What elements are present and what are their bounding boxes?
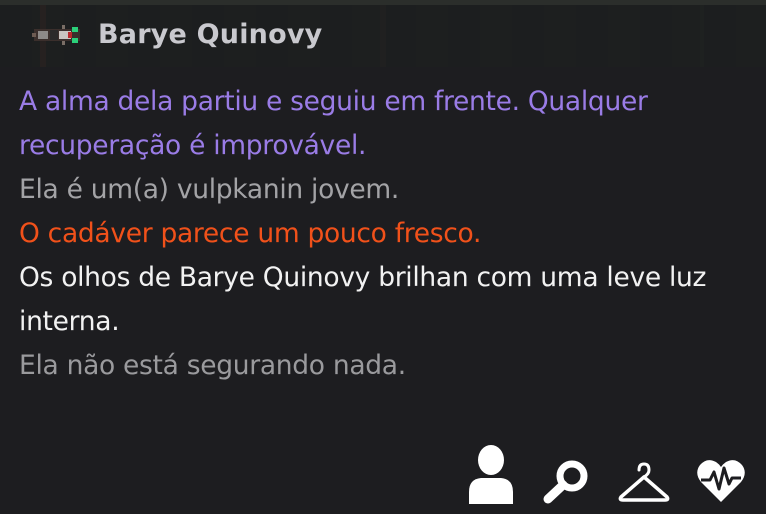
person-button[interactable]	[466, 444, 516, 504]
holding-text: Ela não está segurando nada.	[19, 350, 406, 381]
soul-status-text: A alma dela partiu e seguiu em frente. Q…	[19, 86, 648, 161]
person-icon	[469, 445, 513, 504]
entity-sprite-icon	[32, 25, 80, 45]
entity-name: Barye Quinovy	[98, 19, 323, 50]
examine-header: Barye Quinovy	[0, 5, 766, 67]
corpse-freshness-text: O cadáver parece um pouco fresco.	[19, 218, 482, 249]
eyes-description-text: Os olhos de Barye Quinovy brilhan com um…	[19, 262, 707, 337]
examine-text: A alma dela partiu e seguiu em frente. Q…	[19, 80, 754, 388]
health-button[interactable]	[696, 456, 746, 504]
examine-actions	[466, 444, 746, 504]
heart-monitor-icon	[697, 460, 745, 502]
clothing-button[interactable]	[618, 462, 670, 504]
hanger-icon	[618, 462, 670, 502]
magnifier-icon	[543, 460, 588, 504]
search-button[interactable]	[542, 458, 592, 504]
age-species-text: Ela é um(a) vulpkanin jovem.	[19, 174, 400, 205]
